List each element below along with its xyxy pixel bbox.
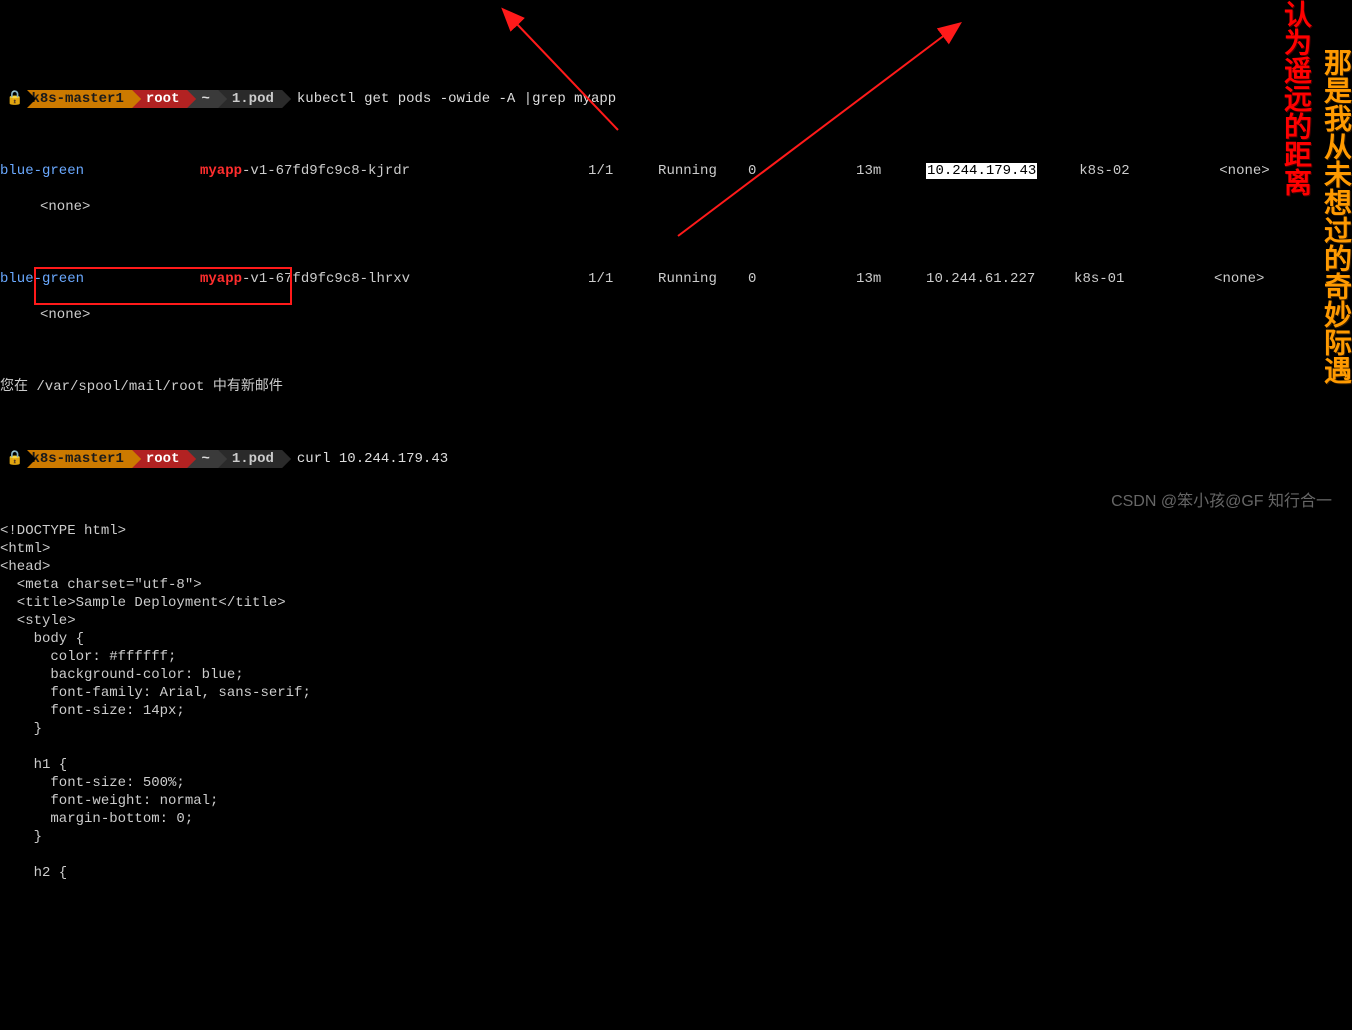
lock-icon: 🔒 bbox=[6, 90, 23, 108]
output-line: <meta charset="utf-8"> bbox=[0, 576, 1352, 594]
output-line: <head> bbox=[0, 558, 1352, 576]
podname-highlight: myapp bbox=[200, 163, 242, 179]
output-line: } bbox=[0, 720, 1352, 738]
age-cell: 13m bbox=[856, 270, 926, 288]
ready-cell: 1/1 bbox=[588, 162, 658, 180]
output-line: font-weight: normal; bbox=[0, 792, 1352, 810]
output-line: margin-bottom: 0; bbox=[0, 810, 1352, 828]
dir-segment: 1.pod bbox=[218, 450, 282, 468]
shell-prompt-2[interactable]: 🔒 k8s-master1 root ~ 1.pod curl 10.244.1… bbox=[0, 450, 1352, 468]
annotation-rect bbox=[34, 267, 292, 305]
status-cell: Running bbox=[658, 162, 748, 180]
pod-row-tail: <none> bbox=[0, 198, 1352, 216]
shell-prompt-1[interactable]: 🔒 k8s-master1 root ~ 1.pod kubectl get p… bbox=[0, 90, 1352, 108]
node-cell: k8s-01 bbox=[1074, 270, 1214, 288]
output-line: font-size: 14px; bbox=[0, 702, 1352, 720]
host-segment: k8s-master1 bbox=[27, 90, 131, 108]
output-line: <!DOCTYPE html> bbox=[0, 522, 1352, 540]
output-line: color: #ffffff; bbox=[0, 648, 1352, 666]
restarts-cell: 0 bbox=[748, 162, 856, 180]
host-segment: k8s-master1 bbox=[27, 450, 131, 468]
output-line: font-size: 500%; bbox=[0, 774, 1352, 792]
annotation-arrows bbox=[0, 0, 1352, 515]
ready-cell: 1/1 bbox=[588, 270, 658, 288]
status-cell: Running bbox=[658, 270, 748, 288]
command-text: curl 10.244.179.43 bbox=[297, 450, 448, 468]
restarts-cell: 0 bbox=[748, 270, 856, 288]
extra-cell: <none> bbox=[1219, 163, 1269, 179]
output-line bbox=[0, 846, 1352, 864]
ip-cell: 10.244.61.227 bbox=[926, 270, 1074, 288]
dir-segment: 1.pod bbox=[218, 90, 282, 108]
output-line: font-family: Arial, sans-serif; bbox=[0, 684, 1352, 702]
pod-row-tail: <none> bbox=[0, 306, 1352, 324]
command-text: kubectl get pods -owide -A |grep myapp bbox=[297, 90, 616, 108]
output-line: h2 { bbox=[0, 864, 1352, 882]
ip-cell-highlighted: 10.244.179.43 bbox=[926, 163, 1037, 179]
podname-suffix: -v1-67fd9fc9c8-kjrdr bbox=[242, 163, 410, 179]
output-line: body { bbox=[0, 630, 1352, 648]
mail-notice: 您在 /var/spool/mail/root 中有新邮件 bbox=[0, 378, 1352, 396]
csdn-watermark: CSDN @笨小孩@GF 知行合一 bbox=[1111, 493, 1332, 511]
annotation-vertical-orange: 那是我从未想过的奇妙际遇 bbox=[1324, 48, 1342, 384]
output-line: h1 { bbox=[0, 756, 1352, 774]
age-cell: 13m bbox=[856, 162, 926, 180]
extra-cell: <none> bbox=[1214, 271, 1264, 287]
output-line: background-color: blue; bbox=[0, 666, 1352, 684]
output-line: <html> bbox=[0, 540, 1352, 558]
output-line: <style> bbox=[0, 612, 1352, 630]
curl-output: <!DOCTYPE html><html><head> <meta charse… bbox=[0, 522, 1352, 882]
namespace-cell: blue-green bbox=[0, 162, 200, 180]
node-cell: k8s-02 bbox=[1079, 162, 1219, 180]
annotation-vertical-red: 认为遥远的距离 bbox=[1284, 0, 1302, 196]
pod-row: blue-greenmyapp-v1-67fd9fc9c8-kjrdr 1/1Ru… bbox=[0, 162, 1352, 180]
output-line: } bbox=[0, 828, 1352, 846]
lock-icon: 🔒 bbox=[6, 450, 23, 468]
output-line: <title>Sample Deployment</title> bbox=[0, 594, 1352, 612]
output-line bbox=[0, 738, 1352, 756]
